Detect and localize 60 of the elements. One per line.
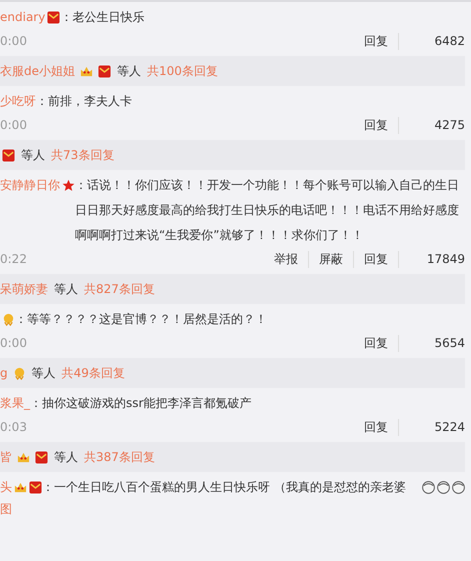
envelope-icon [98, 64, 111, 78]
replies-count-link[interactable]: 共100条回复 [147, 62, 218, 80]
replies-suffix: 等人 [117, 62, 141, 80]
like-count: 6482 [433, 34, 465, 48]
like-count: 5654 [433, 336, 465, 350]
username-link[interactable]: 皆 [0, 448, 12, 466]
username-link[interactable]: endiary [0, 5, 46, 30]
crown-icon [14, 481, 27, 494]
username-link[interactable]: 浆果_ [0, 391, 30, 416]
replies-bar[interactable]: 呆萌娇妻 等人 共827条回复 [0, 274, 465, 304]
action-link[interactable]: 回复 [354, 116, 399, 134]
like-count: 5224 [433, 420, 465, 434]
like-count: 4275 [433, 118, 465, 132]
replies-bar[interactable]: 衣服de小姐姐 等人 共100条回复 [0, 56, 465, 86]
like-count: 17849 [426, 252, 465, 266]
envelope-icon [35, 450, 48, 464]
envelope-icon [29, 481, 42, 494]
envelope-icon [2, 148, 15, 162]
comment-text: ：等等？？？？这是官博？？！居然是活的？！ [15, 311, 268, 328]
envelope-icon [47, 11, 60, 24]
sticker-icon [437, 481, 450, 494]
star-icon [62, 179, 75, 192]
comment-time: 0:00 [0, 118, 28, 132]
sticker-icon [422, 481, 435, 494]
replies-suffix: 等人 [54, 448, 78, 466]
replies-suffix: 等人 [32, 364, 56, 382]
image-link[interactable]: 图 [0, 500, 465, 518]
action-link[interactable]: 屏蔽 [309, 250, 354, 268]
comment-time: 0:03 [0, 420, 28, 434]
username-link[interactable]: 安静静日你 [0, 173, 60, 198]
crown-icon [17, 450, 30, 464]
replies-suffix: 等人 [54, 280, 78, 298]
replies-count-link[interactable]: 共387条回复 [84, 448, 155, 466]
action-link[interactable]: 回复 [354, 418, 399, 436]
comment-text: ：话说！！你们应该！！开发一个功能！！每个账号可以输入自己的生日日日那天好感度最高的给我打生日快乐的电话吧！！！电话不用给好感度啊啊啊打过来说“生我爱你”就够了！！！求你们了！！ [75, 177, 460, 244]
sticker-icon [452, 481, 465, 494]
replies-suffix: 等人 [21, 146, 45, 164]
crown-icon [80, 64, 93, 78]
replies-count-link[interactable]: 共49条回复 [62, 364, 125, 382]
username-link[interactable]: 呆萌娇妻 [0, 280, 48, 298]
comment-text: ：抽你这破游戏的ssr能把李泽言都氪破产 [30, 395, 252, 412]
comment-text: ：老公生日快乐 [60, 9, 146, 26]
comment-time: 0:00 [0, 336, 28, 350]
replies-count-link[interactable]: 共73条回复 [51, 146, 114, 164]
comment-text: ：前排，李夫人卡 [36, 93, 133, 110]
action-link[interactable]: 回复 [354, 250, 399, 268]
replies-bar[interactable]: g 等人 共49条回复 [0, 358, 465, 388]
username-link[interactable]: g [0, 366, 8, 380]
comment-time: 0:00 [0, 34, 28, 48]
replies-count-link[interactable]: 共827条回复 [84, 280, 155, 298]
username-link[interactable]: 少吃呀 [0, 89, 36, 114]
action-link[interactable]: 举报 [264, 250, 309, 268]
replies-bar[interactable]: 皆 等人 共387条回复 [0, 442, 465, 472]
comment-time: 0:22 [0, 252, 28, 266]
username-link[interactable]: 头 [0, 475, 12, 500]
replies-bar[interactable]: 等人 共73条回复 [0, 140, 465, 170]
username-link[interactable]: 衣服de小姐姐 [0, 62, 75, 80]
action-link[interactable]: 回复 [354, 32, 399, 50]
action-link[interactable]: 回复 [354, 334, 399, 352]
comment-text: ：一个生日吃八百个蛋糕的男人生日快乐呀 （我真的是怼怼的亲老婆 [42, 479, 407, 496]
